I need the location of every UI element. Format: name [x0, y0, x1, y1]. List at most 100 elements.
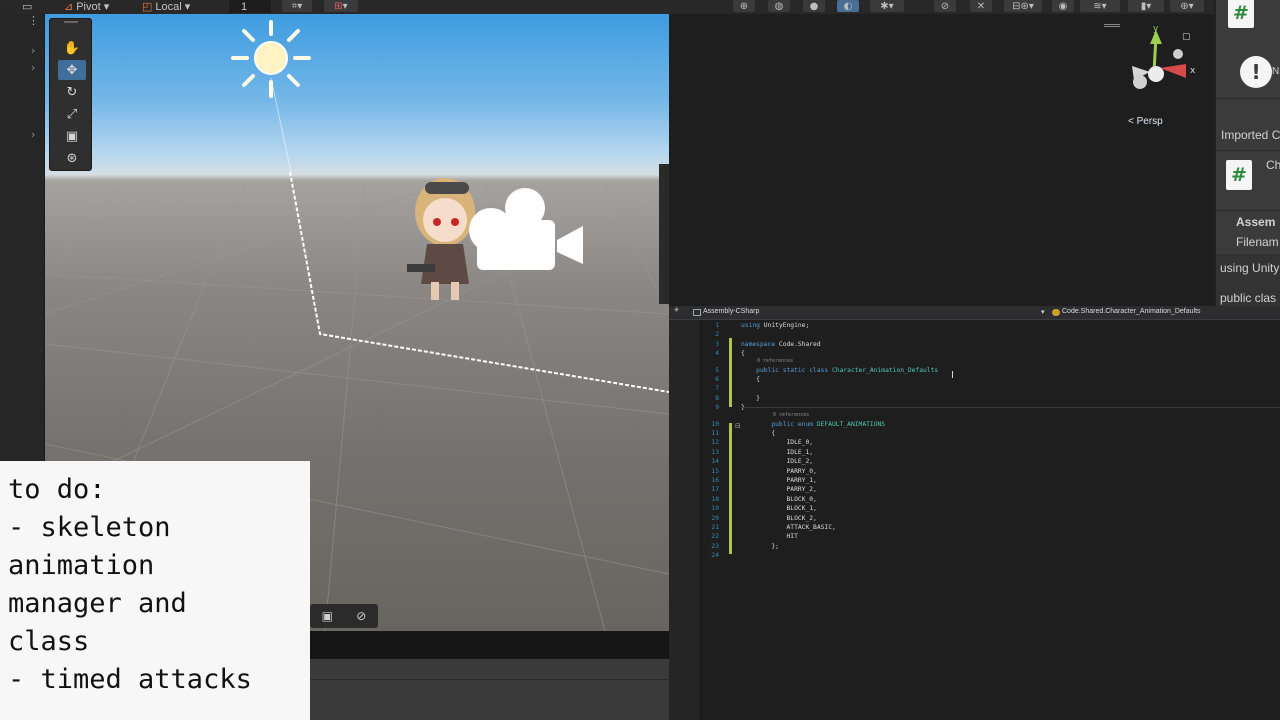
panel-header	[310, 631, 669, 659]
grid-size-value: 1	[241, 0, 248, 13]
current-line-highlight	[741, 407, 1280, 408]
code-line: 12 IDLE_0,	[711, 439, 814, 447]
directional-light-icon[interactable]	[229, 18, 313, 102]
code-line: 18 BLOCK_0,	[711, 495, 817, 503]
solution-explorer-tab[interactable]: ◈	[673, 306, 680, 313]
projection-label[interactable]: < Persp	[1128, 116, 1163, 127]
local-label: Local	[155, 0, 182, 13]
rotate-tool-icon[interactable]: ↻	[58, 82, 86, 102]
pivot-icon: ⊿	[64, 1, 74, 13]
todo-note-text: to do: - skeleton animation manager and …	[8, 474, 252, 695]
shaded-icon[interactable]: ●	[803, 0, 825, 12]
camera-icon[interactable]: ▣	[322, 609, 333, 623]
warning-icon: !	[1240, 56, 1272, 88]
move-tool-icon[interactable]: ✥	[58, 60, 86, 80]
camera-settings-button[interactable]: ▮▾	[1128, 0, 1164, 12]
todo-note: to do: - skeleton animation manager and …	[0, 461, 310, 720]
script-file-icon: #	[1226, 160, 1252, 190]
wireframe-icon[interactable]: ◍	[768, 0, 790, 12]
grid-size-field[interactable]: 1	[229, 0, 271, 13]
assembly-label: Assem	[1236, 215, 1276, 229]
class-icon	[1052, 309, 1060, 316]
layout-icon[interactable]: ▭	[22, 0, 32, 13]
code-line: 5 public static class Character_Animatio…	[715, 366, 939, 374]
collapse-icon[interactable]: ⊟	[735, 422, 741, 430]
compass-icon[interactable]: ⊘	[356, 609, 366, 623]
warning-text: N	[1272, 66, 1280, 77]
scene-toolbar: ▭ ⊿ Pivot ▾ ◰ Local ▾ 1 ⌗▾ ⊞ ▾ ⊕ ◍ ● ◐ ✱▾…	[0, 0, 1214, 14]
visibility-icon[interactable]: ◉	[1052, 0, 1074, 12]
code-line: 11 {	[711, 430, 776, 437]
chevron-right-icon[interactable]: ›	[31, 44, 35, 57]
references-hint[interactable]: 0 references	[669, 412, 1280, 418]
camera-gizmo-icon[interactable]	[465, 186, 587, 276]
script-preview-line-2: public clas	[1220, 291, 1277, 305]
left-side-strip: ⋮ › › ›	[0, 14, 45, 461]
local-dropdown[interactable]: ◰ Local ▾	[142, 0, 191, 14]
hand-tool-icon[interactable]: ✋	[58, 38, 86, 58]
code-line: 15 PARRY_0,	[711, 467, 817, 475]
local-icon: ◰	[142, 1, 153, 13]
axis-x-label: x	[1190, 66, 1196, 76]
palette-grip[interactable]	[64, 21, 78, 23]
code-line: 13 IDLE_1,	[711, 448, 814, 456]
filename-label: Filenam	[1236, 235, 1279, 249]
script-preview-line-1: using Unity	[1220, 261, 1280, 275]
chevron-right-icon[interactable]: ›	[31, 128, 35, 141]
chevron-right-icon[interactable]: ›	[31, 61, 35, 74]
chevron-down-icon: ▾	[184, 1, 191, 13]
code-line: 23 };	[711, 542, 779, 550]
code-line: 7	[715, 385, 719, 393]
orientation-gizmo[interactable]: y x < Persp ▢	[1108, 2, 1200, 132]
class-path-dropdown[interactable]: Code.Shared.Character_Animation_Defaults	[1062, 308, 1201, 315]
code-line: 3 namespace Code.Shared	[715, 340, 821, 348]
effects-icon[interactable]: ✱▾	[870, 0, 904, 12]
code-line: 6 {	[715, 376, 760, 383]
scene-overlay-buttons: ▣ ⊘	[310, 604, 378, 628]
gizmo-menu-icon[interactable]	[1104, 24, 1120, 27]
code-line: 2	[715, 331, 719, 339]
chevron-down-icon: ▾	[103, 1, 110, 13]
pivot-label: Pivot	[76, 0, 101, 13]
code-line: 10 public enum DEFAULT_ANIMATIONS	[711, 420, 886, 428]
scene-tool-palette: ✋ ✥ ↻ ⤢ ▣ ⊛	[49, 18, 92, 171]
code-editor[interactable]: Assembly-CSharp ▾ Code.Shared.Character_…	[669, 306, 1280, 720]
increment-snap-button[interactable]: ⊞ ▾	[324, 0, 358, 12]
grid-snap-button[interactable]: ⌗▾	[282, 0, 312, 12]
character-sprite-dark[interactable]	[643, 154, 669, 309]
chevron-down-icon[interactable]: ▾	[1041, 308, 1045, 316]
axis-y-label: y	[1153, 24, 1159, 34]
gizmos-button[interactable]: ⊕▾	[1170, 0, 1204, 12]
code-line: 19 BLOCK_1,	[711, 505, 817, 513]
code-line: 22 HIT	[711, 533, 798, 541]
code-line: 1 using UnityEngine;	[715, 322, 810, 329]
hidden-objects-button[interactable]: ⊟⊛▾	[1004, 0, 1042, 12]
lighting-toggle[interactable]: ◐	[837, 0, 859, 12]
code-line: 16 PARRY_1,	[711, 477, 817, 484]
editor-navigation-bar: Assembly-CSharp ▾ Code.Shared.Character_…	[669, 306, 1280, 320]
inspector-panel: # ! N Imported C # Ch Assem Filenam usin…	[1214, 0, 1280, 306]
code-line: 17 PARRY_2,	[711, 486, 817, 494]
layers-button[interactable]: ≋▾	[1080, 0, 1120, 12]
code-line: 21 ATTACK_BASIC,	[711, 524, 836, 531]
lock-icon[interactable]: ▢	[1182, 32, 1191, 42]
project-icon	[693, 309, 701, 316]
code-line: 14 IDLE_2,	[711, 458, 814, 466]
transform-tool-icon[interactable]: ⊛	[58, 148, 86, 168]
code-line: 8 }	[715, 394, 760, 402]
rect-tool-icon[interactable]: ▣	[58, 126, 86, 146]
script-name-label: Ch	[1266, 158, 1280, 172]
code-line: 24	[711, 552, 719, 560]
fx-icon[interactable]: ✕	[970, 0, 992, 12]
references-hint[interactable]: 0 references	[669, 358, 1280, 364]
globe-icon[interactable]: ⊕	[733, 0, 755, 12]
text-cursor-icon: I	[951, 370, 954, 381]
more-options-icon[interactable]: ⋮	[28, 14, 39, 27]
audio-icon[interactable]: ⊘	[934, 0, 956, 12]
code-line: 20 BLOCK_2,	[711, 514, 817, 522]
project-dropdown[interactable]: Assembly-CSharp	[703, 308, 759, 315]
pivot-dropdown[interactable]: ⊿ Pivot ▾	[64, 0, 110, 14]
scale-tool-icon[interactable]: ⤢	[58, 104, 86, 124]
bottom-panel	[310, 659, 669, 720]
csharp-script-icon: #	[1228, 0, 1254, 28]
